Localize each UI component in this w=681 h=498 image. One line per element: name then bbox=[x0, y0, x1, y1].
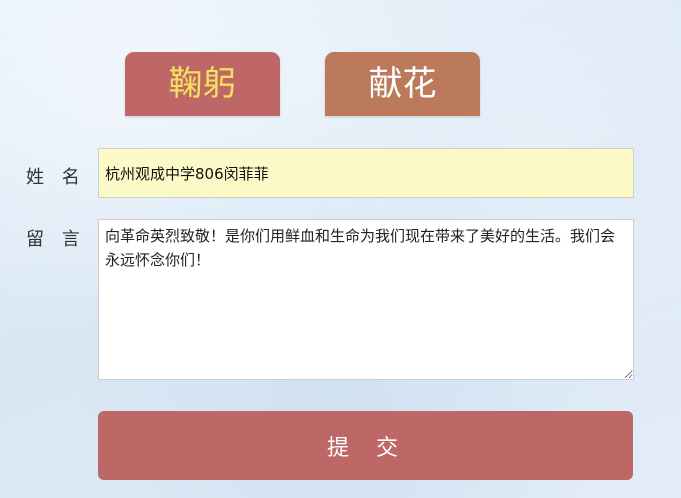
flower-tab[interactable]: 献花 bbox=[325, 52, 480, 116]
name-input[interactable] bbox=[98, 148, 634, 198]
message-label: 留 言 bbox=[26, 229, 86, 250]
name-label: 姓 名 bbox=[26, 167, 86, 188]
bow-tab[interactable]: 鞠躬 bbox=[125, 52, 280, 116]
submit-button[interactable]: 提 交 bbox=[98, 411, 633, 480]
message-textarea[interactable]: 向革命英烈致敬！是你们用鲜血和生命为我们现在带来了美好的生活。我们会永远怀念你们… bbox=[98, 219, 634, 380]
